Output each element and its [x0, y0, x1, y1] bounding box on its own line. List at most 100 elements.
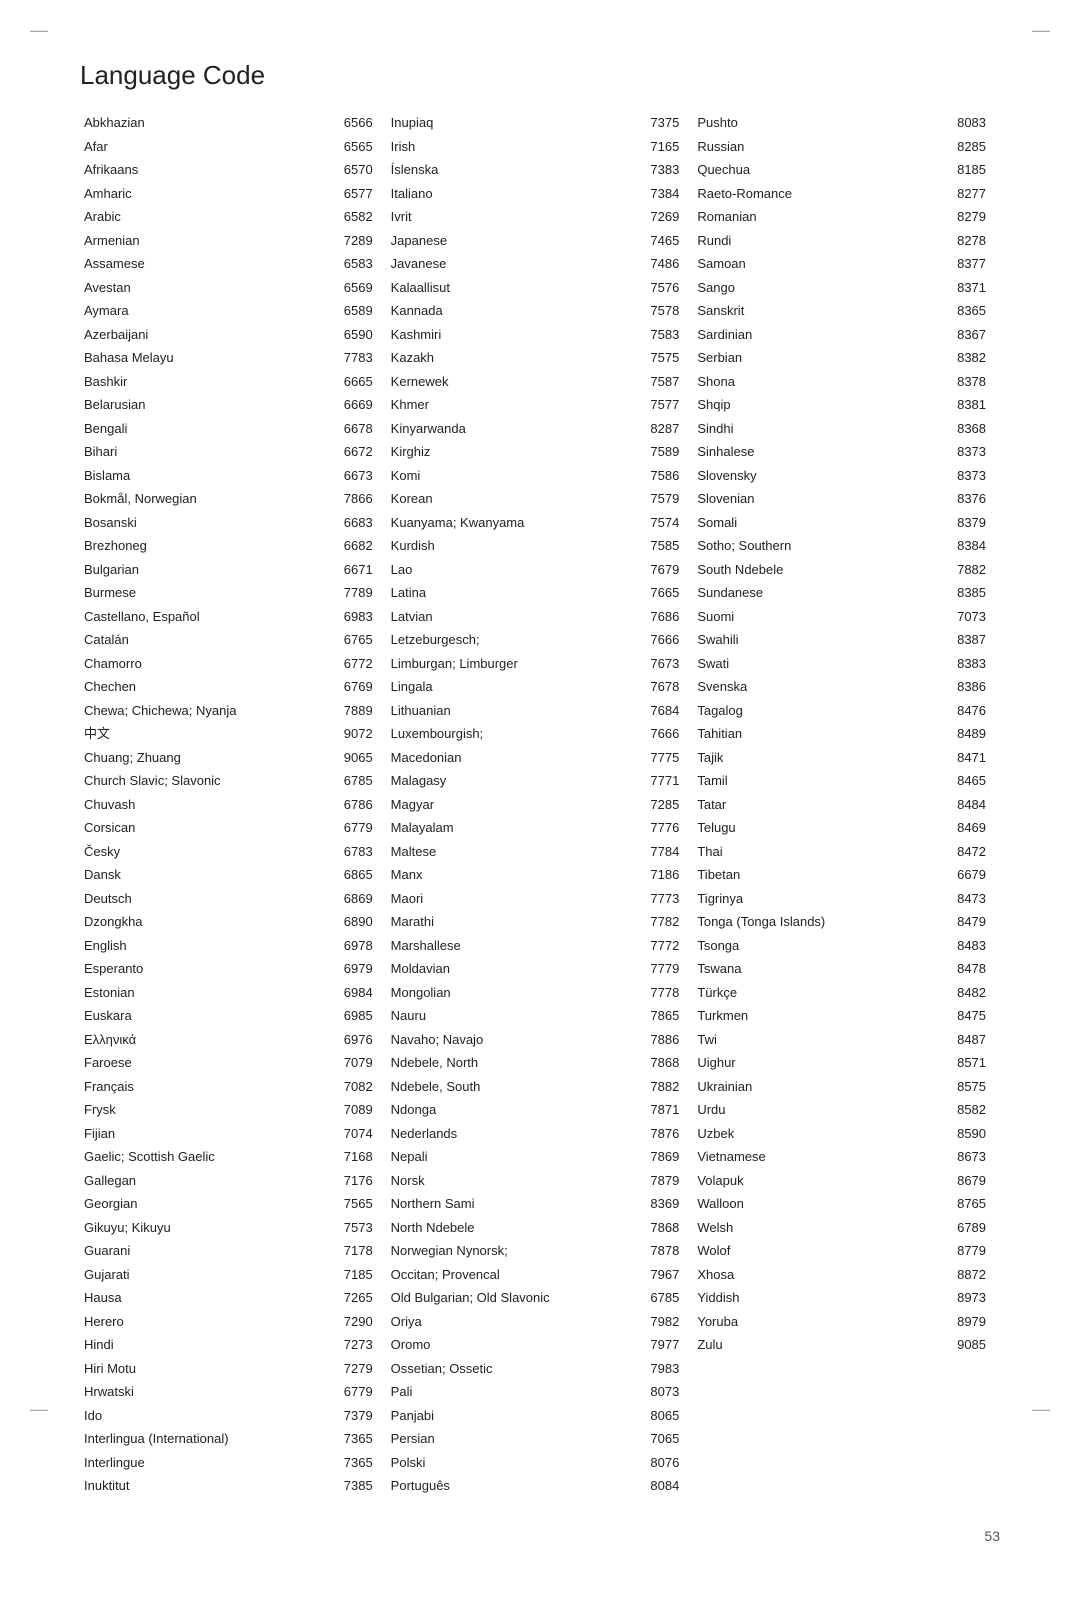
language-code: 6669 [319, 393, 377, 417]
language-code: 8973 [924, 1286, 990, 1310]
table-row: Gallegan7176 [80, 1169, 377, 1193]
language-code: 6671 [319, 558, 377, 582]
table-row: Arabic6582 [80, 205, 377, 229]
language-name: Tonga (Tonga Islands) [693, 910, 924, 934]
language-code: 8379 [924, 511, 990, 535]
table-row: Pushto8083 [693, 111, 990, 135]
table-row: Kuanyama; Kwanyama7574 [387, 511, 684, 535]
language-code: 8571 [924, 1051, 990, 1075]
language-name: Gujarati [80, 1263, 319, 1287]
table-row: Tatar8484 [693, 793, 990, 817]
language-code: 6683 [319, 511, 377, 535]
language-code: 8482 [924, 981, 990, 1005]
table-row: Assamese6583 [80, 252, 377, 276]
language-code: 8285 [924, 135, 990, 159]
table-row: Bulgarian6671 [80, 558, 377, 582]
language-code: 7384 [627, 182, 683, 206]
language-code: 6679 [924, 863, 990, 887]
language-name: Chuang; Zhuang [80, 746, 319, 770]
language-name: Oromo [387, 1333, 628, 1357]
table-row: Esperanto6979 [80, 957, 377, 981]
language-name: Komi [387, 464, 628, 488]
table-row: Afar6565 [80, 135, 377, 159]
table-row: Nauru7865 [387, 1004, 684, 1028]
table-row: Euskara6985 [80, 1004, 377, 1028]
language-name: Tatar [693, 793, 924, 817]
language-name: Lithuanian [387, 699, 628, 723]
language-code: 7273 [319, 1333, 377, 1357]
table-row: Lingala7678 [387, 675, 684, 699]
language-name: Bokmål, Norwegian [80, 487, 319, 511]
language-name: Catalán [80, 628, 319, 652]
language-code: 8385 [924, 581, 990, 605]
table-row: Sanskrit8365 [693, 299, 990, 323]
language-name: Ελληνικά [80, 1028, 319, 1052]
table-row: Catalán6765 [80, 628, 377, 652]
language-name: Samoan [693, 252, 924, 276]
language-code: 8073 [627, 1380, 683, 1404]
language-name: Somali [693, 511, 924, 535]
language-name: Svenska [693, 675, 924, 699]
language-name: Herero [80, 1310, 319, 1334]
table-row: Guarani7178 [80, 1239, 377, 1263]
table-row: Malayalam7776 [387, 816, 684, 840]
language-name: Hrwatski [80, 1380, 319, 1404]
language-code: 7168 [319, 1145, 377, 1169]
table-row: Ido7379 [80, 1404, 377, 1428]
language-name: Chamorro [80, 652, 319, 676]
table-row: Kalaallisut7576 [387, 276, 684, 300]
language-name: Chewa; Chichewa; Nyanja [80, 699, 319, 723]
language-name: Urdu [693, 1098, 924, 1122]
language-name: Norwegian Nynorsk; [387, 1239, 628, 1263]
table-row: Hiri Motu7279 [80, 1357, 377, 1381]
language-code: 7586 [627, 464, 683, 488]
table-row: Estonian6984 [80, 981, 377, 1005]
language-name: Letzeburgesch; [387, 628, 628, 652]
language-name: Old Bulgarian; Old Slavonic [387, 1286, 628, 1310]
language-code: 6783 [319, 840, 377, 864]
language-code: 8376 [924, 487, 990, 511]
table-row: Chuvash6786 [80, 793, 377, 817]
table-row: Ελληνικά6976 [80, 1028, 377, 1052]
table-row: Ukrainian8575 [693, 1075, 990, 1099]
table-row: Inupiaq7375 [387, 111, 684, 135]
language-name: Oriya [387, 1310, 628, 1334]
language-name: Tswana [693, 957, 924, 981]
language-code: 6786 [319, 793, 377, 817]
language-name: Bosanski [80, 511, 319, 535]
language-name: Raeto-Romance [693, 182, 924, 206]
table-row: Old Bulgarian; Old Slavonic6785 [387, 1286, 684, 1310]
table-row: Bislama6673 [80, 464, 377, 488]
language-code: 7673 [627, 652, 683, 676]
language-code: 7465 [627, 229, 683, 253]
language-code: 7678 [627, 675, 683, 699]
language-name: Abkhazian [80, 111, 319, 135]
language-name: Fijian [80, 1122, 319, 1146]
language-name: Frysk [80, 1098, 319, 1122]
corner-mark-br: — [1032, 1399, 1050, 1420]
language-name: Javanese [387, 252, 628, 276]
language-code: 6785 [627, 1286, 683, 1310]
language-code: 7666 [627, 722, 683, 746]
language-code: 8673 [924, 1145, 990, 1169]
language-code: 7587 [627, 370, 683, 394]
table-row: Kazakh7575 [387, 346, 684, 370]
language-name: Hiri Motu [80, 1357, 319, 1381]
table-row: Yiddish8973 [693, 1286, 990, 1310]
language-code: 7383 [627, 158, 683, 182]
language-name: Quechua [693, 158, 924, 182]
language-name: Íslenska [387, 158, 628, 182]
language-code: 7565 [319, 1192, 377, 1216]
language-name: Serbian [693, 346, 924, 370]
language-code: 6976 [319, 1028, 377, 1052]
page-number: 53 [80, 1528, 1000, 1544]
table-row: Shqip8381 [693, 393, 990, 417]
language-name: Twi [693, 1028, 924, 1052]
language-code: 6678 [319, 417, 377, 441]
table-row: Turkmen8475 [693, 1004, 990, 1028]
lang-table-1: Abkhazian6566Afar6565Afrikaans6570Amhari… [80, 111, 377, 1498]
language-name: Yiddish [693, 1286, 924, 1310]
language-code: 8469 [924, 816, 990, 840]
language-name: Walloon [693, 1192, 924, 1216]
language-code: 7866 [319, 487, 377, 511]
